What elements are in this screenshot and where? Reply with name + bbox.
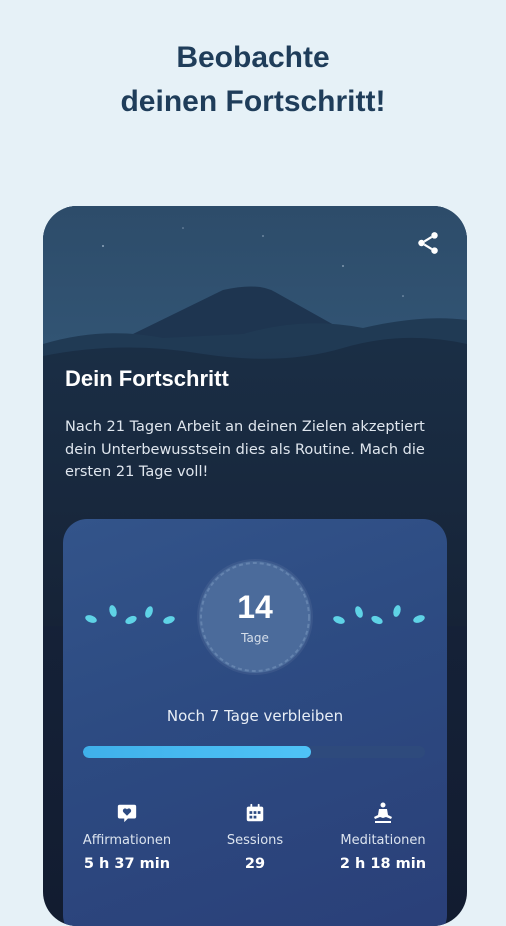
stat-meditations: Meditationen 2 h 18 min: [319, 799, 447, 872]
stat-sessions: Sessions 29: [191, 799, 319, 872]
progress-bar-fill: [83, 746, 311, 758]
remaining-prefix: Noch: [166, 707, 206, 725]
stat-value: 29: [244, 856, 266, 872]
phone-screen: Dein Fortschritt Nach 21 Tagen Arbeit an…: [43, 206, 467, 926]
leaves-right-icon: [333, 605, 425, 625]
days-label: Tage: [241, 631, 269, 645]
remaining-suffix: Tage verbleiben: [224, 707, 344, 725]
meditation-icon: [374, 802, 392, 823]
headline-line-2: deinen Fortschritt!: [120, 85, 386, 118]
stat-label: Affirmationen: [82, 833, 172, 848]
remaining-count: 7: [209, 707, 220, 725]
heart-message-icon: [117, 804, 137, 823]
stat-label: Meditationen: [340, 833, 426, 848]
stat-label: Sessions: [226, 833, 284, 848]
headline-line-1: Beobachte: [176, 41, 330, 74]
calendar-icon: [246, 803, 264, 822]
days-count: 14: [237, 589, 273, 625]
progress-card: 14 Tage Noch 7 Tage verbleiben Affirmati…: [63, 519, 447, 926]
screen-title: Dein Fortschritt: [65, 366, 229, 391]
stat-affirmations: Affirmationen 5 h 37 min: [63, 799, 191, 872]
days-remaining: Noch 7 Tage verbleiben: [63, 707, 447, 725]
progress-bar: [83, 746, 425, 758]
stat-value: 5 h 37 min: [83, 856, 171, 872]
headline: Beobachte deinen Fortschritt!: [0, 36, 506, 124]
stat-value: 2 h 18 min: [339, 856, 427, 872]
days-badge: 14 Tage: [199, 561, 311, 673]
share-button[interactable]: [415, 230, 445, 260]
screen-description: Nach 21 Tagen Arbeit an deinen Zielen ak…: [65, 419, 425, 480]
leaves-left-icon: [85, 605, 175, 625]
share-icon: [418, 232, 438, 254]
